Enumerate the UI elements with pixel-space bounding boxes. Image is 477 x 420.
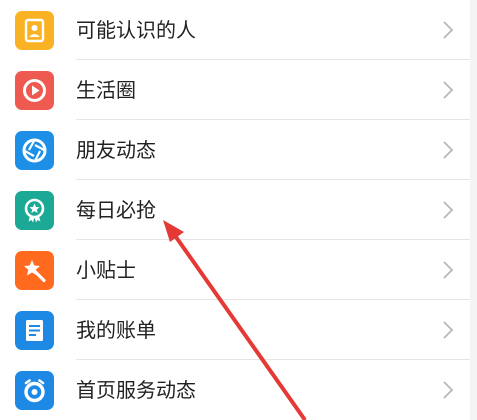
chevron-right-icon [436, 198, 460, 222]
contacts-icon [15, 11, 54, 50]
menu-item-label: 可能认识的人 [76, 18, 196, 42]
chevron-right-icon [436, 78, 460, 102]
badge-star-icon [15, 191, 54, 230]
alarm-clock-icon [15, 371, 54, 410]
menu-item-my-bills[interactable]: 我的账单 [0, 300, 477, 360]
menu-item-label: 小贴士 [76, 258, 136, 282]
screen-edge [470, 0, 477, 420]
chevron-right-icon [436, 318, 460, 342]
menu-item-life-circle[interactable]: 生活圈 [0, 60, 477, 120]
chevron-right-icon [436, 258, 460, 282]
menu-item-label: 首页服务动态 [76, 378, 196, 402]
menu-item-label: 生活圈 [76, 78, 136, 102]
magic-wand-star-icon [15, 251, 54, 290]
menu-list: 可能认识的人 生活圈 朋友动态 每日必抢 小贴士 我的账单 首页服务动态 [0, 0, 477, 420]
menu-item-label: 每日必抢 [76, 198, 156, 222]
menu-item-label: 朋友动态 [76, 138, 156, 162]
chevron-right-icon [436, 138, 460, 162]
menu-item-tips[interactable]: 小贴士 [0, 240, 477, 300]
chevron-right-icon [436, 378, 460, 402]
chevron-right-icon [436, 18, 460, 42]
menu-item-daily-deals[interactable]: 每日必抢 [0, 180, 477, 240]
play-circle-icon [15, 71, 54, 110]
menu-item-homepage-service-updates[interactable]: 首页服务动态 [0, 360, 477, 420]
menu-item-friends-activity[interactable]: 朋友动态 [0, 120, 477, 180]
menu-item-people-you-may-know[interactable]: 可能认识的人 [0, 0, 477, 60]
menu-item-label: 我的账单 [76, 318, 156, 342]
shutter-icon [15, 131, 54, 170]
bill-document-icon [15, 311, 54, 350]
